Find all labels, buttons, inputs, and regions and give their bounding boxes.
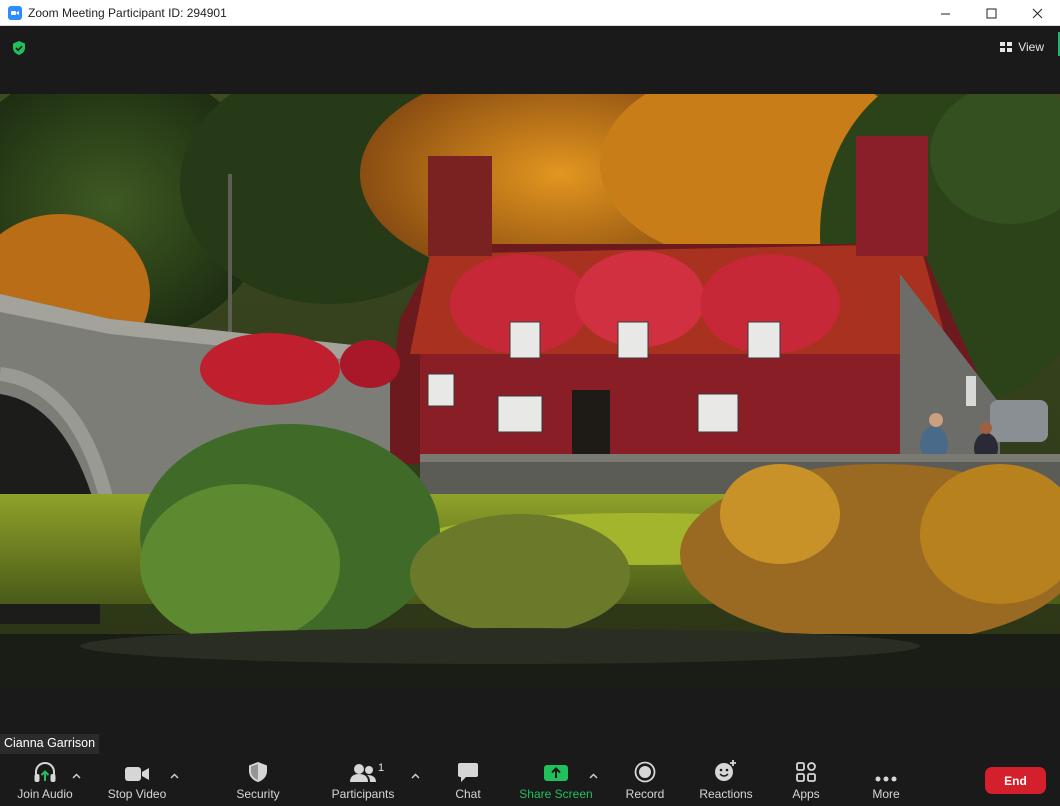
apps-button[interactable]: Apps bbox=[786, 758, 826, 806]
record-button[interactable]: Record bbox=[622, 758, 668, 806]
chevron-up-icon bbox=[589, 773, 598, 779]
audio-options-caret[interactable] bbox=[72, 766, 84, 779]
maximize-icon bbox=[986, 8, 996, 18]
participants-icon bbox=[350, 764, 376, 782]
more-button[interactable]: More bbox=[864, 758, 908, 806]
chat-button[interactable]: Chat bbox=[446, 758, 490, 806]
shield-icon bbox=[249, 762, 267, 782]
share-options-caret[interactable] bbox=[589, 766, 601, 779]
close-window-button[interactable] bbox=[1014, 0, 1060, 26]
shield-check-icon[interactable] bbox=[11, 40, 27, 56]
security-label: Security bbox=[236, 787, 280, 801]
chat-bubble-icon bbox=[458, 763, 478, 782]
smiley-plus-icon bbox=[715, 760, 736, 781]
record-label: Record bbox=[625, 787, 665, 801]
end-meeting-button[interactable]: End bbox=[985, 767, 1046, 794]
record-icon bbox=[634, 761, 656, 783]
chevron-up-icon bbox=[170, 773, 179, 779]
video-options-caret[interactable] bbox=[170, 766, 182, 779]
join-audio-label: Join Audio bbox=[17, 787, 73, 801]
reactions-label: Reactions bbox=[699, 787, 753, 801]
chat-label: Chat bbox=[455, 787, 481, 801]
share-screen-icon bbox=[544, 765, 568, 781]
grid-view-icon bbox=[1000, 42, 1013, 52]
apps-label: Apps bbox=[792, 787, 820, 801]
more-label: More bbox=[872, 787, 900, 801]
participants-label: Participants bbox=[331, 787, 395, 801]
window-title: Zoom Meeting Participant ID: 294901 bbox=[28, 5, 227, 20]
participant-video[interactable] bbox=[0, 94, 1060, 688]
headphones-icon bbox=[34, 762, 56, 782]
view-label: View bbox=[1018, 40, 1044, 54]
participants-count: 1 bbox=[378, 762, 385, 774]
zoom-app-icon bbox=[8, 5, 22, 20]
minimize-icon bbox=[940, 13, 950, 14]
meeting-area: View Cianna Garrison bbox=[0, 26, 1060, 758]
participant-name-tag: Cianna Garrison bbox=[0, 734, 100, 754]
participants-button[interactable]: Participants bbox=[330, 758, 396, 806]
chevron-up-icon bbox=[411, 773, 420, 779]
minimize-button[interactable] bbox=[922, 0, 968, 26]
reactions-button[interactable]: Reactions bbox=[696, 758, 756, 806]
share-screen-label: Share Screen bbox=[519, 787, 593, 801]
close-icon bbox=[1032, 8, 1042, 18]
join-audio-button[interactable]: Join Audio bbox=[10, 758, 80, 806]
stop-video-button[interactable]: Stop Video bbox=[104, 758, 170, 806]
apps-icon bbox=[796, 762, 816, 782]
view-button[interactable]: View bbox=[996, 36, 1048, 58]
video-frame-image bbox=[0, 94, 1060, 688]
stop-video-label: Stop Video bbox=[107, 787, 167, 801]
window-title-bar: Zoom Meeting Participant ID: 294901 bbox=[0, 0, 1060, 26]
ellipsis-icon bbox=[875, 776, 897, 782]
security-button[interactable]: Security bbox=[230, 758, 286, 806]
meeting-toolbar: Join Audio Stop Video Security Participa… bbox=[0, 758, 1060, 806]
chevron-up-icon bbox=[72, 773, 81, 779]
participants-options-caret[interactable] bbox=[411, 766, 423, 779]
video-camera-icon bbox=[125, 767, 149, 781]
share-screen-button[interactable]: Share Screen bbox=[518, 758, 594, 806]
maximize-button[interactable] bbox=[968, 0, 1014, 26]
